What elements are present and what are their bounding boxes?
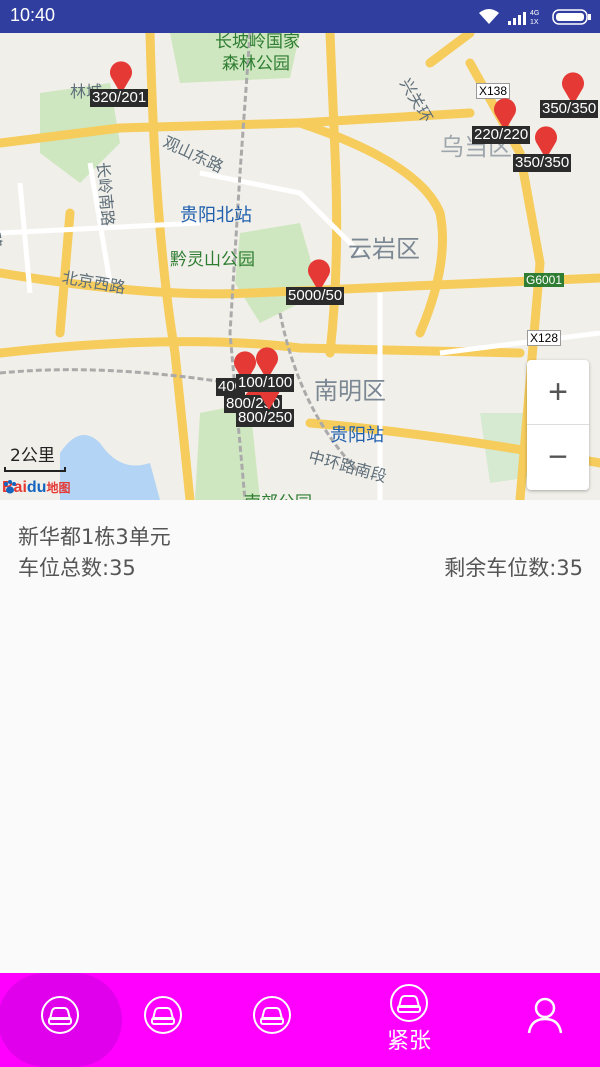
logo-map: 地图 bbox=[46, 481, 71, 495]
marker-caption: 350/350 bbox=[513, 154, 572, 172]
map-label-qianlingshan: 黔灵山公园 bbox=[170, 250, 255, 270]
baidu-logo: Bai du地图 bbox=[2, 479, 70, 497]
marker-caption: 220/220 bbox=[472, 126, 531, 144]
signal-icon: 4G 1X bbox=[508, 10, 539, 26]
status-icons: 4G 1X bbox=[478, 6, 592, 28]
map-scale: 2公里 bbox=[4, 441, 66, 472]
map-label-nanjiao: 南郊公园 bbox=[244, 488, 312, 500]
tab-label: 紧张 bbox=[386, 1029, 431, 1054]
parking-lot-name: 新华都1栋3单元 bbox=[18, 525, 171, 549]
tab-profile[interactable] bbox=[485, 973, 600, 1067]
tab-tense[interactable]: 紧张 bbox=[349, 973, 469, 1067]
zoom-out-button[interactable]: − bbox=[527, 425, 589, 489]
battery-icon bbox=[552, 9, 591, 25]
map-label-nanming: 南明区 bbox=[314, 377, 386, 405]
marker-caption: 5000/50 bbox=[286, 287, 345, 305]
tab-parking-2[interactable] bbox=[103, 973, 223, 1067]
map-label-yunyan: 云岩区 bbox=[348, 235, 420, 263]
car-icon bbox=[390, 984, 428, 1022]
map-view[interactable]: 长坡岭国家 森林公园 林城 观山东路 金阳南路 长岭南路 贵阳北站 黔灵山公园 … bbox=[0, 33, 600, 500]
wifi-icon bbox=[479, 9, 499, 24]
status-time: 10:40 bbox=[10, 5, 56, 25]
map-label-guiyang-north: 贵阳北站 bbox=[180, 205, 252, 226]
user-icon bbox=[527, 997, 563, 1034]
status-bar: 10:40 4G 1X bbox=[0, 0, 600, 33]
tab-parking-1[interactable] bbox=[0, 973, 122, 1067]
marker-caption: 350/350 bbox=[540, 100, 599, 118]
marker-caption: 800/250 bbox=[236, 409, 295, 427]
marker-caption: 320/201 bbox=[90, 89, 149, 107]
map-label-guiyang-station: 贵阳站 bbox=[330, 425, 384, 446]
net-4g-label: 4G bbox=[530, 10, 539, 17]
road-shield-x128: X128 bbox=[527, 330, 562, 346]
logo-du: du bbox=[26, 479, 47, 496]
bottom-tab-bar: 紧张 bbox=[0, 973, 600, 1067]
zoom-control: + − bbox=[527, 360, 589, 490]
net-1x-label: 1X bbox=[530, 19, 539, 26]
map-label-forest-park: 森林公园 bbox=[222, 54, 290, 74]
car-icon bbox=[253, 996, 291, 1034]
zoom-in-button[interactable]: + bbox=[527, 360, 589, 424]
scale-label: 2公里 bbox=[10, 446, 55, 466]
car-icon bbox=[41, 996, 79, 1034]
paw-icon bbox=[4, 480, 16, 494]
marker-caption: 100/100 bbox=[236, 374, 295, 392]
total-spaces: 车位总数:35 bbox=[18, 556, 136, 580]
car-icon bbox=[144, 996, 182, 1034]
remaining-spaces: 剩余车位数:35 bbox=[444, 556, 583, 580]
tab-parking-3[interactable] bbox=[212, 973, 332, 1067]
road-shield-g6001: G6001 bbox=[524, 273, 565, 287]
scale-bar bbox=[4, 467, 66, 472]
parking-info-panel: 新华都1栋3单元 车位总数:35 剩余车位数:35 bbox=[0, 500, 600, 973]
